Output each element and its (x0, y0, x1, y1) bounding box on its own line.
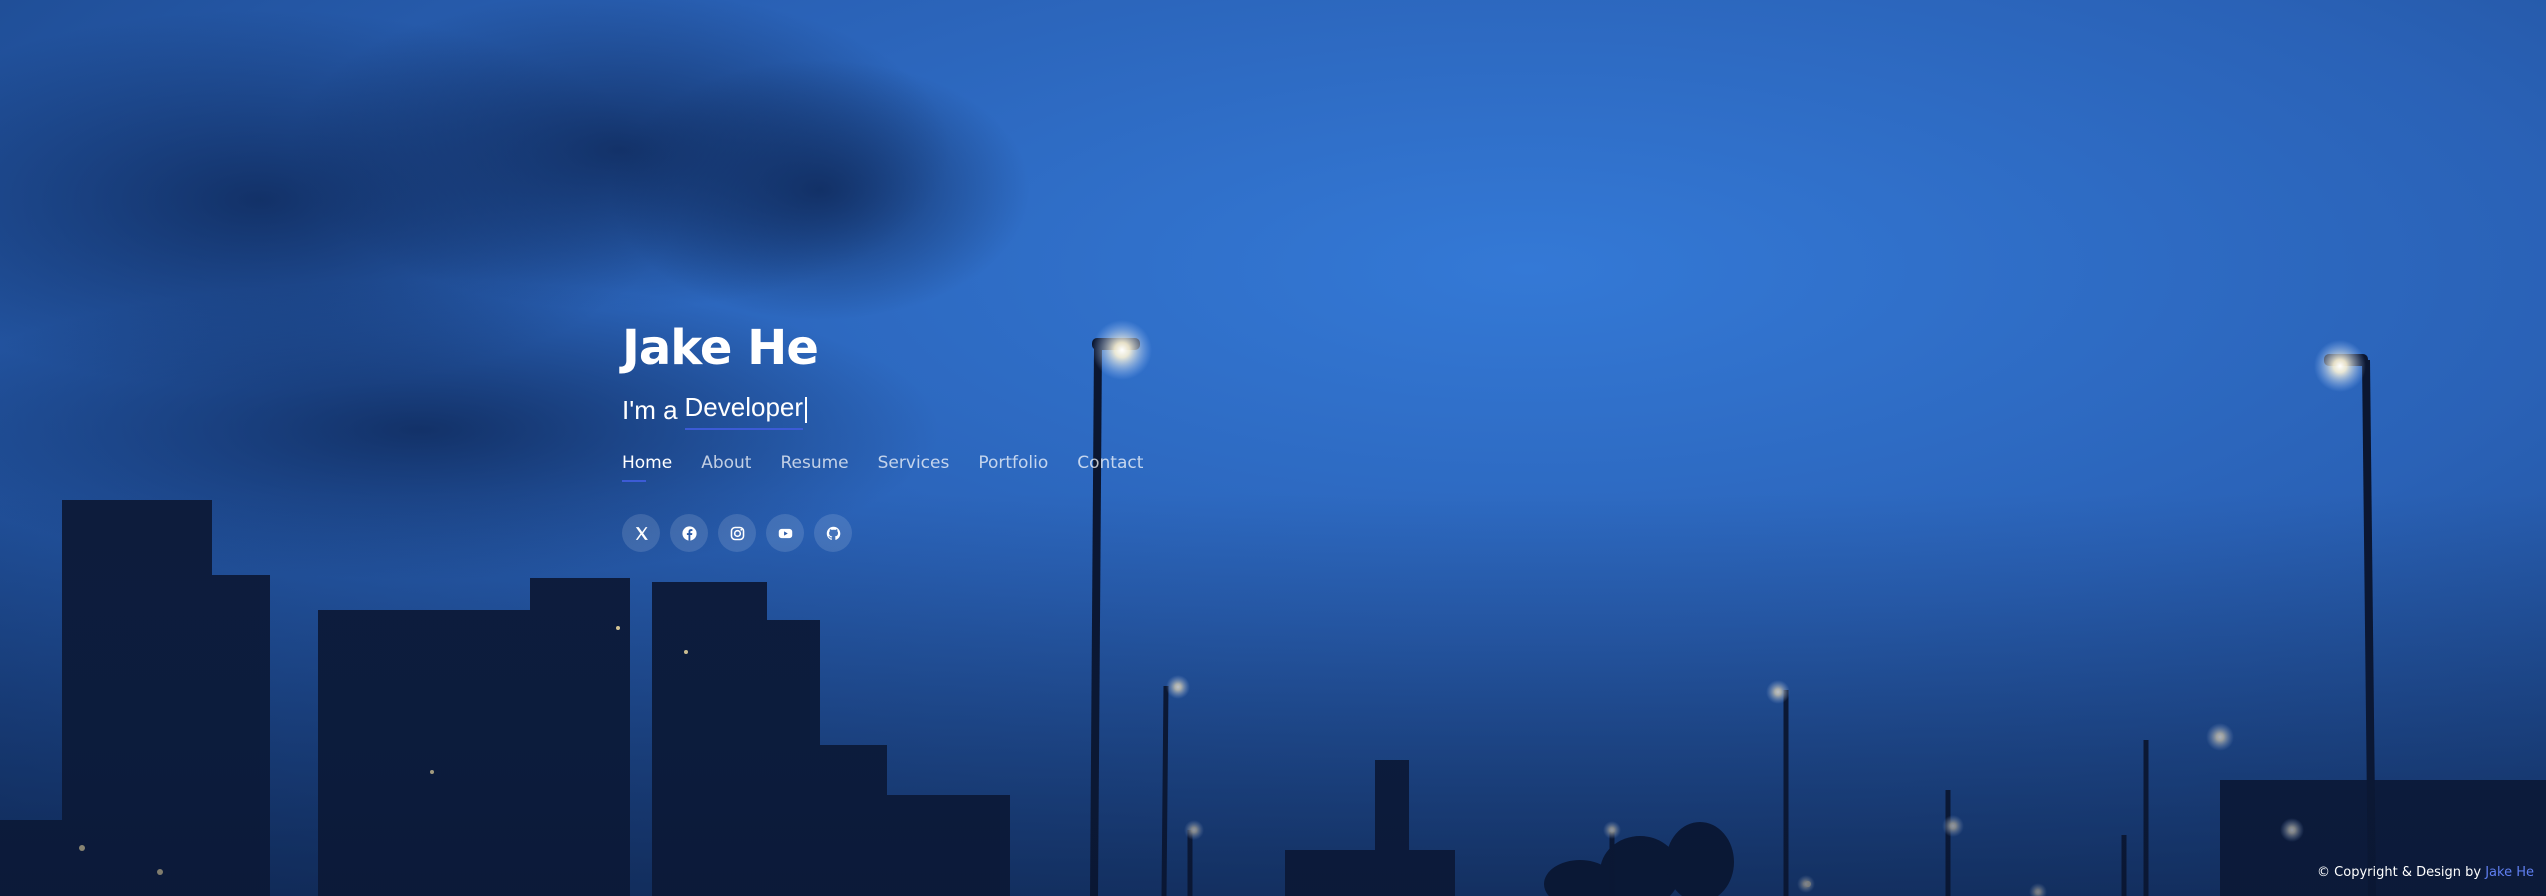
nav-item-resume[interactable]: Resume (780, 450, 848, 482)
footer-copyright: © Copyright & Design by Jake He (2317, 864, 2534, 882)
typing-cursor (805, 397, 808, 423)
instagram-button[interactable] (718, 514, 756, 552)
nav-item-about[interactable]: About (701, 450, 751, 482)
instagram-icon (730, 526, 744, 540)
author-link[interactable]: Jake He (2485, 865, 2534, 880)
x-twitter-button[interactable] (622, 514, 660, 552)
copyright-text: © Copyright & Design by (2317, 865, 2482, 880)
facebook-icon (681, 525, 697, 541)
tagline-role: Developer (684, 390, 804, 430)
youtube-icon (778, 528, 792, 538)
hero-name: Jake He (622, 320, 819, 376)
youtube-button[interactable] (766, 514, 804, 552)
nav-item-services[interactable]: Services (878, 450, 950, 482)
social-links (622, 514, 1522, 552)
hero-tagline: I'm a Developer (622, 390, 1522, 430)
x-twitter-icon (635, 526, 648, 540)
tagline-prefix: I'm a (622, 395, 678, 425)
nav-item-portfolio[interactable]: Portfolio (978, 450, 1048, 482)
github-button[interactable] (814, 514, 852, 552)
main-nav: Home About Resume Services Portfolio Con… (622, 450, 1522, 482)
hero-section: Jake He I'm a Developer Home About Resum… (622, 318, 1522, 552)
nav-item-home[interactable]: Home (622, 450, 672, 482)
facebook-button[interactable] (670, 514, 708, 552)
github-icon (826, 526, 840, 540)
nav-item-contact[interactable]: Contact (1077, 450, 1143, 482)
